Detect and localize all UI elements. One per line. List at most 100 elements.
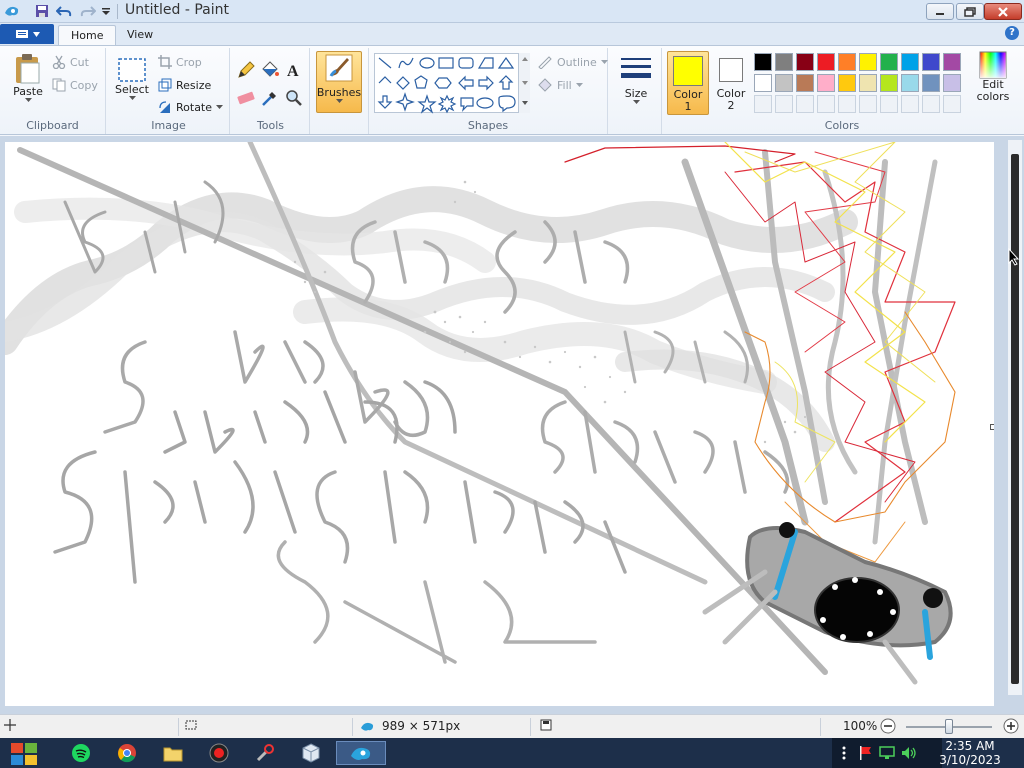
- taskbar-chrome[interactable]: [108, 741, 146, 765]
- palette-custom-slot[interactable]: [880, 95, 898, 113]
- palette-swatch[interactable]: [775, 53, 793, 71]
- palette-custom-slot[interactable]: [817, 95, 835, 113]
- image-size-icon: [361, 722, 374, 731]
- color1-button[interactable]: Color 1: [667, 51, 709, 115]
- copy-label: Copy: [70, 78, 98, 92]
- action-center-flag-icon[interactable]: [856, 741, 874, 765]
- edit-colors-button[interactable]: Edit colors: [974, 51, 1012, 103]
- palette-swatch[interactable]: [817, 53, 835, 71]
- palette-swatch[interactable]: [838, 53, 856, 71]
- palette-custom-slot[interactable]: [796, 95, 814, 113]
- resize-label: Resize: [176, 78, 212, 92]
- palette-swatch[interactable]: [880, 74, 898, 92]
- volume-icon[interactable]: [900, 741, 918, 765]
- palette-swatch[interactable]: [796, 74, 814, 92]
- color2-button[interactable]: Color 2: [712, 51, 750, 115]
- color2-label-b: 2: [727, 99, 735, 112]
- zoom-slider-thumb[interactable]: [945, 719, 953, 734]
- network-icon[interactable]: [878, 741, 896, 765]
- line-size-icon: [621, 58, 651, 78]
- color-spectrum-icon: [979, 51, 1007, 79]
- color2-swatch: [719, 58, 743, 82]
- colors-group: Colors: [752, 48, 972, 134]
- palette-swatch[interactable]: [796, 53, 814, 71]
- resize-button[interactable]: Resize: [158, 78, 211, 92]
- palette-custom-slot[interactable]: [775, 95, 793, 113]
- taskbar-record-app[interactable]: [200, 741, 238, 765]
- shapes-gallery[interactable]: [374, 53, 530, 114]
- help-icon[interactable]: ?: [1005, 26, 1019, 40]
- size-button[interactable]: Size: [616, 55, 656, 104]
- cut-button[interactable]: Cut: [52, 55, 89, 69]
- taskbar-virtualbox[interactable]: [292, 741, 330, 765]
- brush-icon: [325, 54, 353, 82]
- palette-custom-slot[interactable]: [859, 95, 877, 113]
- palette-swatch[interactable]: [922, 53, 940, 71]
- restore-button[interactable]: [956, 3, 984, 20]
- select-button[interactable]: Select: [114, 57, 150, 100]
- clipboard-group-label: Clipboard: [26, 119, 79, 132]
- palette-custom-slot[interactable]: [838, 95, 856, 113]
- tab-view[interactable]: View: [115, 25, 165, 45]
- minimize-button[interactable]: [926, 3, 954, 20]
- crop-button[interactable]: Crop: [158, 55, 202, 69]
- palette-swatch[interactable]: [901, 53, 919, 71]
- palette-swatch[interactable]: [775, 74, 793, 92]
- scissors-icon: [52, 55, 66, 69]
- start-button[interactable]: [4, 741, 44, 765]
- color-picker-tool[interactable]: [260, 88, 280, 111]
- palette-custom-slot[interactable]: [754, 95, 772, 113]
- paint-app-icon[interactable]: [4, 3, 20, 19]
- palette-swatch[interactable]: [943, 53, 961, 71]
- palette-swatch[interactable]: [859, 74, 877, 92]
- customize-quick-access-icon[interactable]: [98, 3, 114, 19]
- pencil-icon: [238, 61, 255, 78]
- palette-custom-slot[interactable]: [922, 95, 940, 113]
- palette-swatch[interactable]: [943, 74, 961, 92]
- palette-swatch[interactable]: [880, 53, 898, 71]
- paste-icon: [16, 54, 40, 84]
- taskbar-file-explorer[interactable]: [154, 741, 192, 765]
- fill-button[interactable]: Fill: [537, 78, 583, 92]
- palette-swatch[interactable]: [817, 74, 835, 92]
- paste-button[interactable]: Paste: [8, 53, 48, 102]
- copy-button[interactable]: Copy: [52, 78, 98, 92]
- taskbar-paint[interactable]: [336, 741, 386, 765]
- drawing-canvas[interactable]: [5, 142, 994, 706]
- palette-swatch[interactable]: [859, 53, 877, 71]
- tray-overflow-icon[interactable]: [840, 741, 848, 765]
- outline-button[interactable]: Outline: [537, 55, 608, 69]
- taskbar-spotify[interactable]: [62, 741, 100, 765]
- taskbar-tools-app[interactable]: [246, 741, 284, 765]
- undo-icon[interactable]: [56, 3, 72, 19]
- zoom-in-button[interactable]: [1003, 718, 1019, 734]
- rotate-button[interactable]: Rotate: [158, 100, 224, 114]
- palette-swatch[interactable]: [754, 74, 772, 92]
- text-tool[interactable]: A: [284, 60, 304, 83]
- scrollbar-thumb[interactable]: [1011, 154, 1019, 684]
- tab-home[interactable]: Home: [58, 25, 117, 45]
- fill-tool[interactable]: [260, 60, 280, 83]
- shapes-gallery-scroll[interactable]: [518, 53, 530, 113]
- palette-swatch[interactable]: [754, 53, 772, 71]
- canvas-resize-handle[interactable]: [990, 424, 994, 430]
- file-menu-button[interactable]: [0, 24, 54, 44]
- palette-swatch[interactable]: [922, 74, 940, 92]
- edit-colors-label-b: colors: [976, 90, 1010, 103]
- taskbar-clock[interactable]: 2:35 AM 3/10/2023: [938, 739, 1002, 767]
- close-button[interactable]: [984, 3, 1022, 20]
- eraser-tool[interactable]: [236, 88, 256, 111]
- save-icon[interactable]: [34, 3, 50, 19]
- palette-custom-slot[interactable]: [943, 95, 961, 113]
- magnifier-tool[interactable]: [284, 88, 304, 111]
- pencil-tool[interactable]: [236, 60, 256, 83]
- palette-swatch[interactable]: [901, 74, 919, 92]
- brushes-button[interactable]: Brushes: [316, 51, 362, 113]
- color1-label-b: 1: [684, 100, 692, 113]
- windows-logo-icon: [11, 743, 37, 765]
- vertical-scrollbar[interactable]: [1008, 140, 1022, 695]
- zoom-out-button[interactable]: [880, 718, 896, 734]
- palette-swatch[interactable]: [838, 74, 856, 92]
- palette-custom-slot[interactable]: [901, 95, 919, 113]
- redo-icon[interactable]: [80, 3, 96, 19]
